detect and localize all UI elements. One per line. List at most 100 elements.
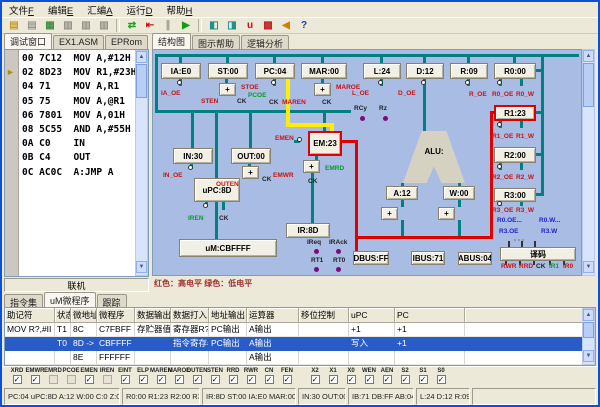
toolbar-separator xyxy=(198,19,202,32)
menu-assemble[interactable]: 汇编A xyxy=(80,3,119,17)
tab-eprom[interactable]: EPRom xyxy=(105,35,148,49)
pour-icon[interactable]: ◨ xyxy=(223,18,241,33)
scroll-down-button[interactable]: ▼ xyxy=(136,261,147,273)
scroll-thumb[interactable] xyxy=(583,63,594,107)
table-cell xyxy=(349,351,395,365)
table-scrollbar[interactable]: ▲▼ xyxy=(582,308,595,365)
box-in: IN:30 xyxy=(173,148,213,164)
tab-trace[interactable]: 跟踪 xyxy=(97,294,127,308)
signal-checkbox[interactable]: ✓ xyxy=(347,375,356,384)
u-icon[interactable]: u xyxy=(241,18,259,33)
signal-label: CN xyxy=(265,368,274,375)
scroll-down-button[interactable]: ▼ xyxy=(583,350,594,362)
signal-x1: X1✓ xyxy=(324,368,342,384)
table-row[interactable]: T08D ->CBFFFF指令寄存器PC输出A输出写入+1 xyxy=(5,337,595,351)
label-rwr: RWR xyxy=(501,263,516,270)
signal-checkbox[interactable]: ✓ xyxy=(247,375,256,384)
scroll-thumb[interactable] xyxy=(136,64,147,98)
signal-checkbox[interactable]: ✓ xyxy=(311,375,320,384)
logic-icon[interactable]: ▩ xyxy=(259,18,277,33)
code-line: 08 5C55 AND A,#55H xyxy=(22,124,131,135)
scroll-up-button[interactable]: ▲ xyxy=(583,309,594,321)
table-cell: 地址输出 xyxy=(209,308,247,323)
menu-run[interactable]: 运行D xyxy=(120,3,160,17)
signal-checkbox[interactable]: ✓ xyxy=(329,375,338,384)
verify-icon[interactable]: ▥ xyxy=(95,18,113,33)
table-cell: 状态 xyxy=(55,308,71,323)
signal-checkbox[interactable]: ✓ xyxy=(85,375,94,384)
tab-logic-analysis[interactable]: 逻辑分析 xyxy=(241,35,289,49)
menu-file[interactable]: 文件F xyxy=(2,3,41,17)
sound-icon[interactable]: ◀ xyxy=(277,18,295,33)
table-cell-filler xyxy=(465,351,595,365)
signal-checkbox[interactable]: ✓ xyxy=(31,375,40,384)
signal-checkbox[interactable]: ✓ xyxy=(13,375,22,384)
fill-icon[interactable]: ◧ xyxy=(205,18,223,33)
signal-checkbox[interactable]: ✓ xyxy=(139,375,148,384)
microprogram-table: 助记符状态微地址微程序数据输出数据打入地址输出运算器移位控制uPCPCMOV R… xyxy=(4,307,596,366)
signal-checkbox[interactable]: ✓ xyxy=(211,375,220,384)
left-tab-strip: 调试窗口EX1.ASMEPRom xyxy=(4,34,149,49)
breakpoint-gutter[interactable]: ► xyxy=(5,50,19,276)
open-icon[interactable]: ▤ xyxy=(5,18,23,33)
label-r2_oe: R2_OE xyxy=(492,174,513,181)
help-icon[interactable]: ? xyxy=(295,18,313,33)
table-cell: A输出 xyxy=(247,337,299,351)
scroll-thumb[interactable] xyxy=(583,322,594,338)
menu-edit[interactable]: 编辑E xyxy=(41,3,80,17)
oe-bubble xyxy=(497,164,502,169)
tab-graphic-help[interactable]: 图示帮助 xyxy=(192,35,240,49)
refresh-icon[interactable]: ⇄ xyxy=(123,18,141,33)
scroll-up-button[interactable]: ▲ xyxy=(583,50,594,62)
label-ck_pc: CK xyxy=(269,99,278,106)
tab-structure[interactable]: 结构图 xyxy=(152,33,191,49)
save-icon[interactable]: ▤ xyxy=(23,18,41,33)
run-icon[interactable]: ▶ xyxy=(177,18,195,33)
signal-checkbox[interactable]: ✓ xyxy=(121,375,130,384)
signal-checkbox[interactable]: ✓ xyxy=(437,375,446,384)
scroll-down-button[interactable]: ▼ xyxy=(583,261,594,273)
signal-checkbox[interactable]: ✓ xyxy=(175,375,184,384)
search-icon[interactable]: ▥ xyxy=(77,18,95,33)
tab-debug-window[interactable]: 调试窗口 xyxy=(4,33,52,49)
table-cell: 8D -> xyxy=(71,337,97,351)
signal-checkbox[interactable]: ✓ xyxy=(365,375,374,384)
table-row[interactable]: MOV R?,#IIT18CC7FBFF存贮器值EM寄存器R?PC输出A输出+1… xyxy=(5,323,595,337)
signal-s2: S2✓ xyxy=(396,368,414,384)
signal-checkbox[interactable]: ✓ xyxy=(193,375,202,384)
signal-checkbox[interactable]: ✓ xyxy=(283,375,292,384)
box-alu: ALU: xyxy=(403,131,465,183)
label-dec_dots: · · · xyxy=(514,237,524,244)
diagram-scrollbar[interactable]: ▲▼ xyxy=(582,49,595,276)
tab-um-microprogram[interactable]: uM微程序 xyxy=(44,292,96,308)
tab-instruction-set[interactable]: 指令集 xyxy=(4,294,43,308)
status-dot xyxy=(314,267,319,272)
signal-checkbox[interactable]: ✓ xyxy=(401,375,410,384)
table-row[interactable]: 8EFFFFFFA输出 xyxy=(5,351,595,365)
signal-checkbox[interactable]: ✓ xyxy=(419,375,428,384)
oe-bubble xyxy=(188,165,193,170)
signal-iren: IREN xyxy=(98,368,116,384)
signal-checkbox[interactable]: ✓ xyxy=(229,375,238,384)
signal-checkbox[interactable]: ✓ xyxy=(383,375,392,384)
signal-aen: AEN✓ xyxy=(378,368,396,384)
menu-help[interactable]: 帮助H xyxy=(159,3,199,17)
signal-checkbox[interactable] xyxy=(103,375,112,384)
signal-checkbox[interactable]: ✓ xyxy=(157,375,166,384)
download-icon[interactable]: ▦ xyxy=(41,18,59,33)
signal-checkbox[interactable] xyxy=(67,375,76,384)
tab-ex1-asm[interactable]: EX1.ASM xyxy=(53,35,104,49)
label-d_oe: D_OE xyxy=(398,90,416,97)
pause-icon[interactable]: ∥ xyxy=(159,18,177,33)
signal-checkbox[interactable]: ✓ xyxy=(265,375,274,384)
code-scrollbar[interactable]: ▲▼ xyxy=(135,50,148,276)
copy-icon[interactable]: ▥ xyxy=(59,18,77,33)
table-cell xyxy=(135,351,171,365)
box-a: A:12 xyxy=(386,186,418,200)
signal-checkbox[interactable] xyxy=(49,375,58,384)
scroll-up-button[interactable]: ▲ xyxy=(136,51,147,63)
oe-bubble xyxy=(421,80,426,85)
status-dot xyxy=(336,267,341,272)
step-reset-icon[interactable]: ⇤ xyxy=(141,18,159,33)
table-cell: 寄存器R? xyxy=(171,323,209,337)
